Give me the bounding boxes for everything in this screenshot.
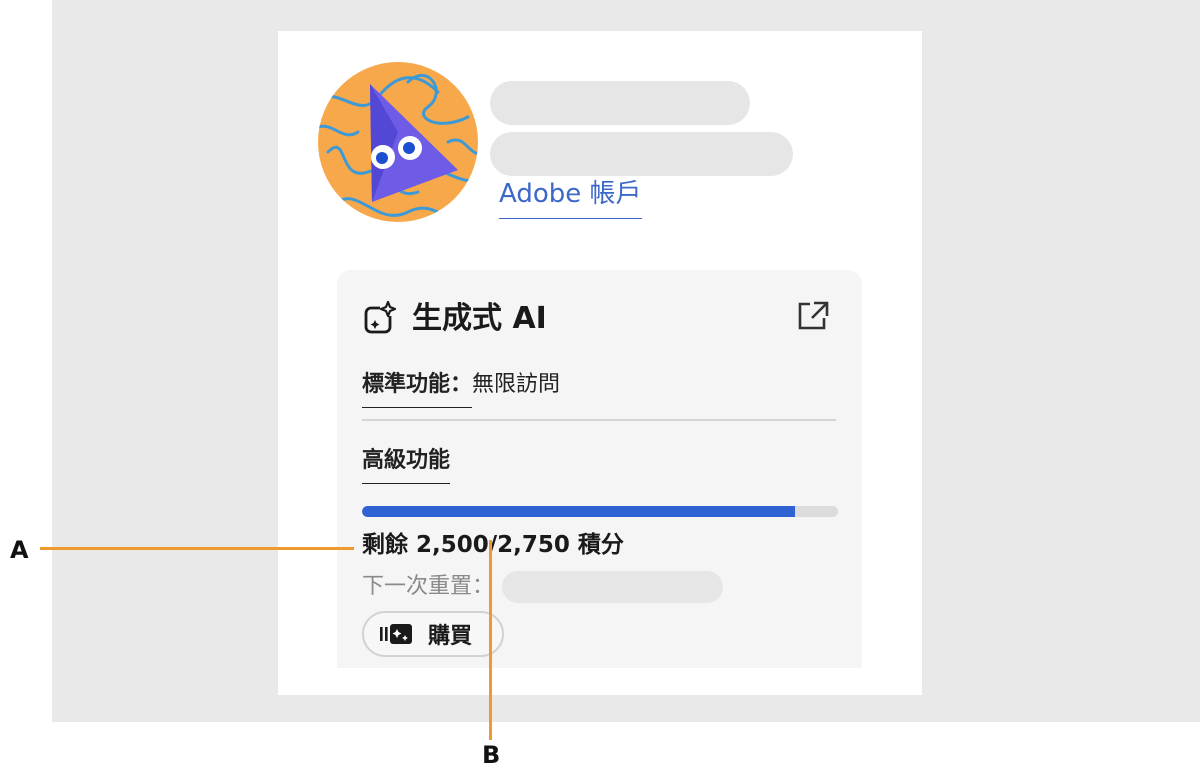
adobe-account-link[interactable]: Adobe 帳戶 [499,176,642,219]
credits-icon [380,624,412,644]
callout-line-a [40,547,354,550]
credits-progress-bar [362,506,838,517]
avatar [318,62,478,222]
redacted-reset-date [502,571,723,603]
buy-button-label: 購買 [428,624,473,649]
external-link-icon[interactable] [796,300,830,332]
next-reset-label: 下一次重置： [362,574,495,599]
redacted-name [490,81,750,125]
credits-progress-fill [362,506,795,517]
standard-features-label: 標準功能： [362,368,473,408]
screenshot-stage: Adobe 帳戶 生成式 AI 標準功能：無限訪問 高級功能 剩餘 2,500/… [0,0,1200,775]
buy-credits-button[interactable]: 購買 [362,611,504,657]
section-divider [362,419,836,421]
standard-features-row: 標準功能：無限訪問 [362,368,560,408]
callout-label-b: B [482,741,501,769]
credits-remaining-text: 剩餘 2,500/2,750 積分 [362,532,624,558]
redacted-email [490,132,793,176]
avatar-illustration [318,62,478,222]
generative-ai-icon [364,300,397,334]
callout-line-b [489,540,492,740]
premium-features-label: 高級功能 [362,444,451,484]
standard-features-value: 無限訪問 [472,372,561,397]
generative-ai-title: 生成式 AI [412,301,547,336]
callout-label-a: A [10,536,29,564]
